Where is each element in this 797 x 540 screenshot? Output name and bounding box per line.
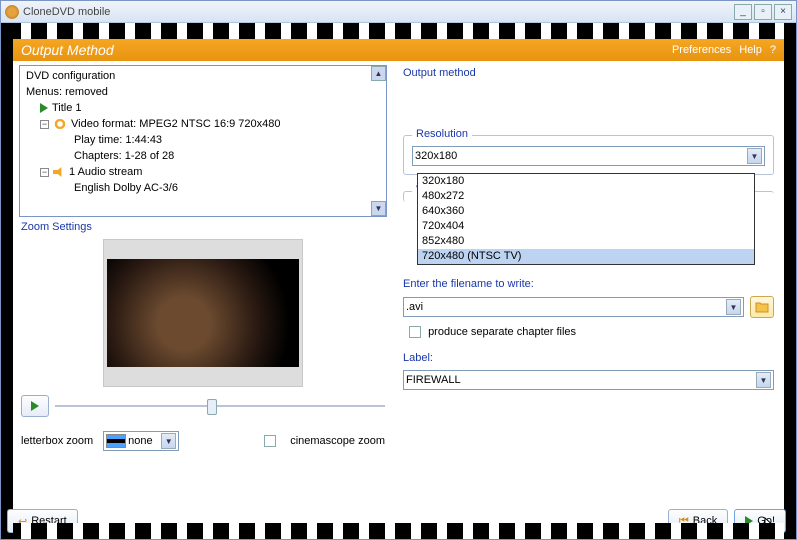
tree-title[interactable]: Title 1 <box>26 100 384 116</box>
eye-icon <box>53 119 67 129</box>
resolution-option[interactable]: 320x180 <box>418 174 754 189</box>
preferences-link[interactable]: Preferences <box>672 44 731 56</box>
help-link[interactable]: Help <box>739 44 762 56</box>
label-select[interactable]: FIREWALL ▼ <box>403 370 774 390</box>
chevron-down-icon[interactable]: ▼ <box>747 148 762 164</box>
label-label: Label: <box>403 352 774 364</box>
playback-slider[interactable] <box>55 396 385 416</box>
produce-chapters-label: produce separate chapter files <box>428 326 576 338</box>
resolution-select[interactable]: 320x180 ▼ <box>412 146 765 166</box>
tree-audio-stream[interactable]: −1 Audio stream <box>26 164 384 180</box>
filename-label: Enter the filename to write: <box>403 278 774 290</box>
page-header: Output Method Preferences Help ? <box>13 39 784 61</box>
resolution-option[interactable]: 640x360 <box>418 204 754 219</box>
preview-image <box>107 259 299 367</box>
resolution-option[interactable]: 852x480 <box>418 234 754 249</box>
tree-audio-lang[interactable]: English Dolby AC-3/6 <box>26 180 384 196</box>
chevron-down-icon[interactable]: ▼ <box>726 299 741 315</box>
titlebar: CloneDVD mobile _ ▫ × <box>1 1 796 23</box>
help-icon[interactable]: ? <box>770 44 776 56</box>
app-window: CloneDVD mobile _ ▫ × Output Method Pref… <box>0 0 797 540</box>
tree-chapters[interactable]: Chapters: 1-28 of 28 <box>26 148 384 164</box>
close-button[interactable]: × <box>774 4 792 20</box>
collapse-icon[interactable]: − <box>40 120 49 129</box>
browse-button[interactable] <box>750 296 774 318</box>
speaker-icon <box>53 167 65 177</box>
tree-menus[interactable]: Menus: removed <box>26 84 384 100</box>
dvd-config-tree[interactable]: ▲ DVD configuration Menus: removed Title… <box>19 65 387 217</box>
resolution-option[interactable]: 720x404 <box>418 219 754 234</box>
scroll-up-button[interactable]: ▲ <box>371 66 386 81</box>
produce-chapters-checkbox[interactable] <box>409 326 421 338</box>
chevron-down-icon[interactable]: ▼ <box>161 433 176 449</box>
chevron-down-icon[interactable]: ▼ <box>756 372 771 388</box>
film-sprocket-bottom <box>13 523 784 539</box>
page-title: Output Method <box>21 42 114 58</box>
video-preview <box>103 239 303 387</box>
collapse-icon[interactable]: − <box>40 168 49 177</box>
app-icon <box>5 5 19 19</box>
flag-icon <box>106 434 126 448</box>
resolution-option-selected[interactable]: 720x480 (NTSC TV) <box>418 249 754 264</box>
output-method-label: Output method <box>403 67 774 79</box>
tree-root[interactable]: DVD configuration <box>26 68 384 84</box>
zoom-settings-label: Zoom Settings <box>21 221 387 233</box>
letterbox-zoom-label: letterbox zoom <box>21 435 93 447</box>
scroll-down-button[interactable]: ▼ <box>371 201 386 216</box>
folder-icon <box>755 301 769 313</box>
letterbox-zoom-select[interactable]: none ▼ <box>103 431 179 451</box>
cinemascope-zoom-label: cinemascope zoom <box>290 435 385 447</box>
filename-input[interactable]: .avi ▼ <box>403 297 744 317</box>
film-frame: Output Method Preferences Help ? ▲ DVD c… <box>1 23 796 539</box>
maximize-button[interactable]: ▫ <box>754 4 772 20</box>
resolution-option[interactable]: 480x272 <box>418 189 754 204</box>
resolution-dropdown-list[interactable]: 320x180 480x272 640x360 720x404 852x480 … <box>417 173 755 265</box>
play-button[interactable] <box>21 395 49 417</box>
window-title: CloneDVD mobile <box>23 6 110 18</box>
tree-playtime[interactable]: Play time: 1:44:43 <box>26 132 384 148</box>
resolution-legend: Resolution <box>412 128 472 140</box>
minimize-button[interactable]: _ <box>734 4 752 20</box>
film-sprocket-top <box>13 23 784 39</box>
cinemascope-checkbox[interactable] <box>264 435 276 447</box>
tree-video-format[interactable]: −Video format: MPEG2 NTSC 16:9 720x480 <box>26 116 384 132</box>
resolution-fieldset: Resolution 320x180 ▼ <box>403 135 774 175</box>
slider-thumb[interactable] <box>207 399 217 415</box>
